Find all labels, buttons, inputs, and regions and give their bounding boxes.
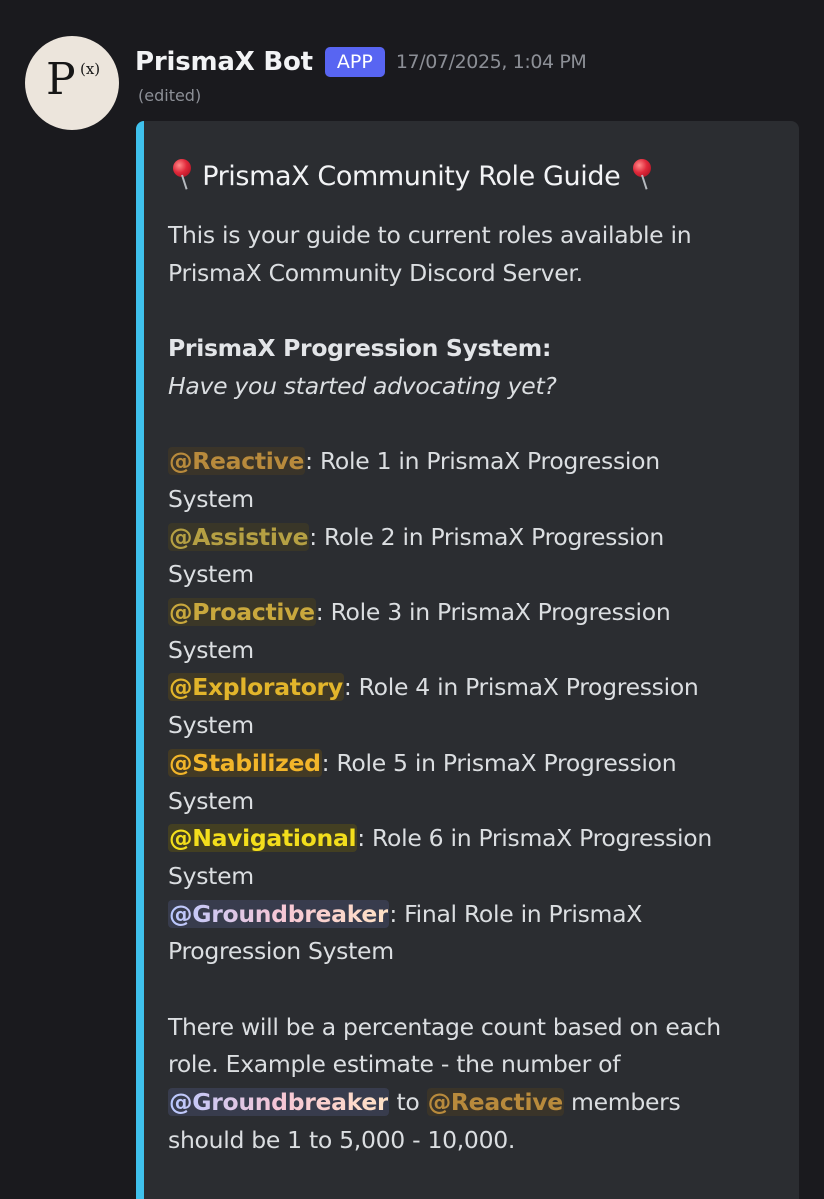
roles-list: @Reactive: Role 1 in PrismaX Progression… bbox=[168, 443, 778, 971]
role-description-cont: System bbox=[168, 635, 254, 664]
role-mention-proactive[interactable]: @Proactive bbox=[168, 598, 316, 626]
role-description: : Role 4 in PrismaX Progression bbox=[343, 673, 699, 702]
role-mention-reactive[interactable]: @Reactive bbox=[426, 1088, 564, 1117]
role-description-cont: System bbox=[168, 711, 254, 740]
avatar-superscript: (x) bbox=[80, 60, 101, 78]
footer-line: There will be a percentage count based o… bbox=[168, 1012, 721, 1041]
timestamp[interactable]: 17/07/2025, 1:04 PM bbox=[396, 51, 587, 73]
role-description: : Role 5 in PrismaX Progression bbox=[321, 748, 677, 777]
footer-tail: members bbox=[563, 1088, 681, 1117]
intro-line: PrismaX Community Discord Server. bbox=[168, 258, 583, 287]
footer-connector: to bbox=[389, 1088, 427, 1117]
embed-title: PrismaX Community Role Guide bbox=[168, 151, 778, 203]
embed-title-text: PrismaX Community Role Guide bbox=[202, 161, 621, 192]
embed: PrismaX Community Role Guide This is you… bbox=[136, 121, 799, 1199]
role-description-cont: System bbox=[168, 861, 254, 890]
role-mention-reactive[interactable]: @Reactive bbox=[168, 447, 306, 476]
section-heading: PrismaX Progression System: bbox=[168, 334, 552, 363]
role-entry: @Assistive: Role 2 in PrismaX Progressio… bbox=[168, 519, 778, 557]
app-badge: APP bbox=[324, 47, 385, 77]
role-entry: @Stabilized: Role 5 in PrismaX Progressi… bbox=[168, 745, 778, 783]
embed-description: This is your guide to current roles avai… bbox=[168, 217, 778, 1160]
role-entry: @Navigational: Role 6 in PrismaX Progres… bbox=[168, 820, 778, 858]
footer-line: role. Example estimate - the number of bbox=[168, 1050, 621, 1079]
role-mention-exploratory[interactable]: @Exploratory bbox=[168, 673, 344, 702]
section-subheading: Have you started advocating yet? bbox=[168, 371, 557, 400]
role-mention-groundbreaker[interactable]: @Groundbreaker bbox=[169, 900, 389, 928]
edited-indicator: (edited) bbox=[138, 86, 202, 105]
role-description-cont: Progression System bbox=[168, 937, 394, 966]
embed-body: PrismaX Community Role Guide This is you… bbox=[168, 151, 778, 1160]
role-description-cont: System bbox=[168, 560, 254, 589]
embed-accent-bar bbox=[136, 121, 144, 1199]
username[interactable]: PrismaX Bot bbox=[135, 47, 313, 77]
role-description-cont: System bbox=[168, 786, 254, 815]
role-mention-groundbreaker[interactable]: @Groundbreaker bbox=[169, 1088, 389, 1116]
role-mention-stabilized[interactable]: @Stabilized bbox=[168, 748, 322, 777]
role-mention-assistive[interactable]: @Assistive bbox=[168, 522, 310, 551]
footer-line: should be 1 to 5,000 - 10,000. bbox=[168, 1125, 516, 1154]
avatar-letter: P bbox=[46, 54, 76, 105]
bot-avatar[interactable]: P (x) bbox=[25, 36, 119, 130]
round-pushpin-icon bbox=[168, 157, 194, 191]
role-entry: @Exploratory: Role 4 in PrismaX Progress… bbox=[168, 669, 778, 707]
role-description: : Role 3 in PrismaX Progression bbox=[315, 598, 671, 626]
role-description: : Final Role in PrismaX bbox=[389, 899, 643, 928]
role-description: : Role 1 in PrismaX Progression bbox=[305, 447, 660, 476]
intro-line: This is your guide to current roles avai… bbox=[168, 221, 692, 249]
round-pushpin-icon bbox=[628, 157, 654, 191]
role-entry: @Proactive: Role 3 in PrismaX Progressio… bbox=[168, 594, 778, 632]
role-entry: @Reactive: Role 1 in PrismaX Progression bbox=[168, 443, 778, 481]
role-description: : Role 6 in PrismaX Progression bbox=[357, 824, 712, 853]
role-entry: @Groundbreaker: Final Role in PrismaX bbox=[168, 896, 778, 934]
message-header: PrismaX Bot APP 17/07/2025, 1:04 PM bbox=[135, 42, 587, 82]
role-mention-navigational[interactable]: @Navigational bbox=[168, 824, 358, 853]
footer-line: @Groundbreaker to @Reactive members bbox=[168, 1084, 778, 1122]
role-description-cont: System bbox=[168, 484, 254, 513]
role-description: : Role 2 in PrismaX Progression bbox=[309, 522, 664, 551]
